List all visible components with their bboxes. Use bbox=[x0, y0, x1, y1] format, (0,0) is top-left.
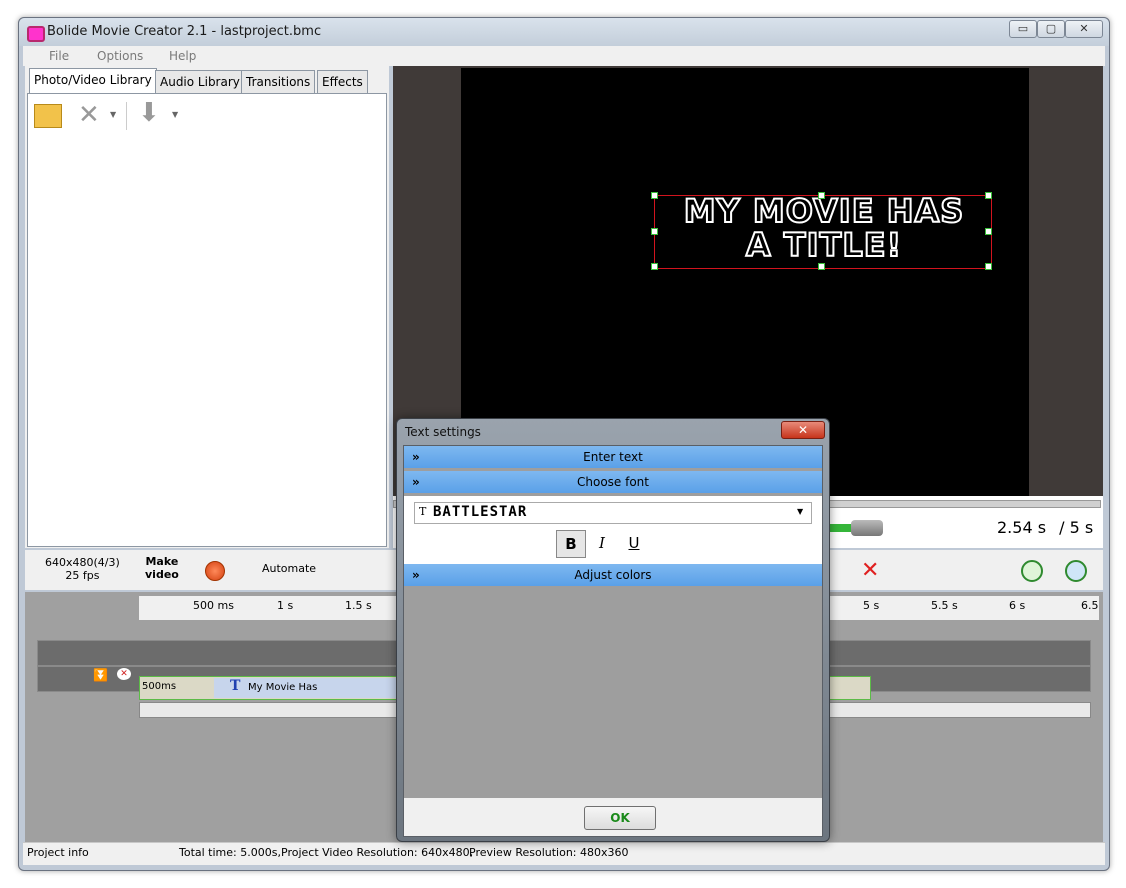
resize-handle[interactable] bbox=[985, 228, 992, 235]
move-down-icon[interactable]: ⬇ bbox=[138, 98, 160, 128]
font-dropdown[interactable]: T BATTLESTAR ▼ bbox=[414, 502, 812, 524]
section-label: Enter text bbox=[583, 450, 643, 464]
ok-button[interactable]: OK bbox=[584, 806, 656, 830]
time-current: 2.54 s bbox=[997, 518, 1047, 537]
resize-handle[interactable] bbox=[818, 263, 825, 270]
font-panel: T BATTLESTAR ▼ B I U bbox=[404, 496, 822, 564]
dialog-close-button[interactable]: ✕ bbox=[781, 421, 825, 439]
total-time: Total time: 5.000s, bbox=[179, 846, 281, 859]
window-title: Bolide Movie Creator 2.1 - lastproject.b… bbox=[47, 24, 322, 39]
resolution-info[interactable]: 640x480(4/3) 25 fps bbox=[45, 556, 120, 582]
dialog-footer: OK bbox=[404, 798, 822, 836]
resolution-label: 640x480(4/3) bbox=[45, 556, 120, 569]
resize-handle[interactable] bbox=[651, 228, 658, 235]
library-panel: Photo/Video Library Audio Library Transi… bbox=[25, 66, 389, 548]
resize-handle[interactable] bbox=[818, 192, 825, 199]
preview-resolution: Preview Resolution: 480x360 bbox=[469, 846, 629, 859]
make-video-label-2: video bbox=[145, 568, 179, 581]
collapse-icon: » bbox=[412, 475, 420, 489]
collapse-icon[interactable]: ⏬ bbox=[93, 668, 108, 682]
menu-help[interactable]: Help bbox=[169, 49, 196, 63]
make-video-button[interactable]: Make video bbox=[145, 555, 179, 581]
open-folder-icon[interactable] bbox=[34, 104, 62, 128]
clip-title-segment[interactable]: T My Movie Has bbox=[214, 678, 404, 698]
zoom-fit-icon[interactable] bbox=[1065, 560, 1087, 582]
project-info: Project info bbox=[27, 846, 89, 859]
text-icon: T bbox=[230, 678, 241, 694]
font-name: BATTLESTAR bbox=[433, 504, 528, 520]
ruler-label: 5.5 s bbox=[931, 599, 958, 612]
expand-icon: » bbox=[412, 568, 420, 582]
tab-effects[interactable]: Effects bbox=[317, 70, 368, 93]
delete-clip-icon[interactable]: ✕ bbox=[861, 558, 879, 583]
dialog-title: Text settings bbox=[405, 425, 481, 439]
menu-options[interactable]: Options bbox=[97, 49, 143, 63]
volume-thumb[interactable] bbox=[851, 520, 883, 536]
chevron-down-icon[interactable]: ▼ bbox=[110, 110, 116, 119]
app-icon bbox=[27, 26, 45, 42]
section-adjust-colors[interactable]: » Adjust colors bbox=[404, 564, 822, 586]
library-list[interactable]: ✕ ▼ ⬇ ▼ bbox=[27, 93, 387, 547]
resize-handle[interactable] bbox=[985, 192, 992, 199]
tab-audio-library[interactable]: Audio Library bbox=[155, 70, 245, 93]
underline-button[interactable]: U bbox=[620, 530, 648, 556]
section-label: Choose font bbox=[577, 475, 649, 489]
resize-handle[interactable] bbox=[651, 192, 658, 199]
fps-label: 25 fps bbox=[65, 569, 100, 582]
expand-icon: » bbox=[412, 450, 420, 464]
maximize-button[interactable]: ▢ bbox=[1037, 20, 1065, 38]
ruler-label: 1.5 s bbox=[345, 599, 372, 612]
chevron-down-icon: ▼ bbox=[797, 507, 804, 516]
ruler-label: 500 ms bbox=[193, 599, 234, 612]
delete-icon[interactable]: ✕ bbox=[78, 100, 100, 130]
tab-photo-video-library[interactable]: Photo/Video Library bbox=[29, 68, 157, 93]
status-bar: Project info Total time: 5.000s, Project… bbox=[23, 842, 1105, 865]
menu-file[interactable]: File bbox=[49, 49, 69, 63]
zoom-out-icon[interactable] bbox=[1021, 560, 1043, 582]
menu-bar: File Options Help bbox=[23, 46, 1105, 66]
resize-handle[interactable] bbox=[985, 263, 992, 270]
clip-label: My Movie Has bbox=[248, 682, 318, 693]
ruler-label: 6 s bbox=[1009, 599, 1026, 612]
chevron-down-icon[interactable]: ▼ bbox=[172, 110, 178, 119]
bold-button[interactable]: B bbox=[556, 530, 586, 558]
close-button[interactable]: ✕ bbox=[1065, 20, 1103, 38]
toolbar-separator bbox=[126, 102, 127, 130]
automate-button[interactable]: Automate bbox=[262, 562, 316, 575]
selection-box[interactable] bbox=[651, 192, 992, 270]
ruler-label: 5 s bbox=[863, 599, 880, 612]
section-label: Adjust colors bbox=[574, 568, 652, 582]
record-icon[interactable] bbox=[205, 561, 225, 581]
section-choose-font[interactable]: » Choose font bbox=[404, 471, 822, 493]
minimize-button[interactable]: ▭ bbox=[1009, 20, 1037, 38]
font-type-icon: T bbox=[419, 505, 427, 518]
project-resolution: Project Video Resolution: 640x480, bbox=[281, 846, 474, 859]
dialog-body: » Enter text » Choose font T BATTLESTAR … bbox=[403, 445, 823, 837]
make-video-label-1: Make bbox=[145, 555, 179, 568]
clip-duration: 500ms bbox=[142, 681, 177, 692]
resize-handle[interactable] bbox=[651, 263, 658, 270]
title-bar[interactable]: Bolide Movie Creator 2.1 - lastproject.b… bbox=[19, 18, 1109, 46]
time-total: / 5 s bbox=[1059, 518, 1094, 537]
tab-transitions[interactable]: Transitions bbox=[241, 70, 316, 93]
italic-button[interactable]: I bbox=[588, 530, 616, 556]
ruler-label: 1 s bbox=[277, 599, 294, 612]
text-settings-dialog: Text settings ✕ » Enter text » Choose fo… bbox=[396, 418, 830, 842]
remove-track-icon[interactable]: ✕ bbox=[117, 668, 131, 680]
section-enter-text[interactable]: » Enter text bbox=[404, 446, 822, 468]
ruler-label: 6.5 bbox=[1081, 599, 1099, 612]
time-readout: 2.54 s / 5 s bbox=[997, 518, 1093, 537]
